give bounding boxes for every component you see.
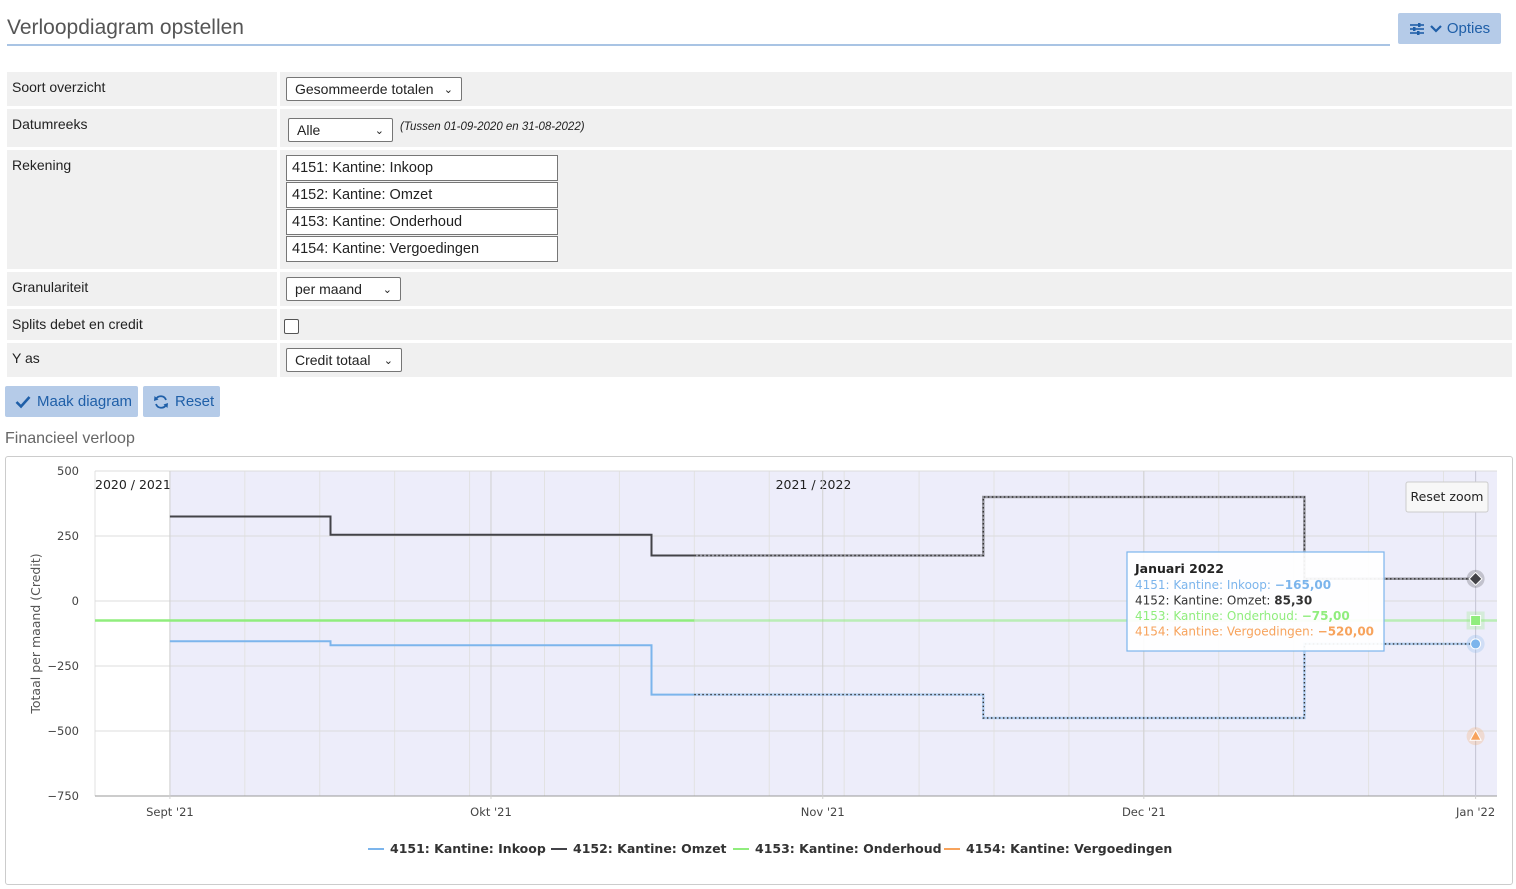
splits-checkbox[interactable] (284, 319, 299, 334)
sliders-icon (1409, 22, 1424, 35)
reset-zoom-label: Reset zoom (1411, 489, 1484, 504)
datumreeks-hint: (Tussen 01-09-2020 en 31-08-2022) (400, 121, 585, 133)
legend-item[interactable]: 4151: Kantine: Inkoop (368, 841, 546, 856)
yas-select[interactable]: Credit totaal ⌄ (286, 348, 402, 372)
row-datumreeks: Datumreeks Alle ⌄ (Tussen 01-09-2020 en … (7, 109, 1512, 147)
rekening-item[interactable]: 4151: Kantine: Inkoop (286, 155, 558, 181)
plot-band-label: 2020 / 2021 (95, 477, 171, 492)
tooltip-line: 4154: Kantine: Vergoedingen: −520,00 (1135, 625, 1374, 639)
y-tick-label: −750 (47, 789, 79, 803)
legend-label: 4154: Kantine: Vergoedingen (966, 841, 1172, 856)
refresh-icon (154, 394, 168, 409)
splits-label: Splits debet en credit (7, 309, 277, 340)
maak-diagram-label: Maak diagram (37, 393, 133, 410)
y-tick-label: −250 (47, 659, 79, 673)
row-splits: Splits debet en credit (7, 309, 1512, 340)
row-granulariteit: Granulariteit per maand ⌄ (7, 272, 1512, 306)
tooltip-line: 4151: Kantine: Inkoop: −165,00 (1135, 578, 1331, 592)
datumreeks-select-value: Alle (297, 122, 321, 138)
granulariteit-select[interactable]: per maand ⌄ (286, 277, 401, 301)
options-label: Opties (1446, 20, 1491, 37)
maak-diagram-button[interactable]: Maak diagram (5, 386, 138, 417)
granulariteit-select-value: per maand (295, 281, 362, 297)
options-button[interactable]: Opties (1398, 13, 1501, 44)
legend-item[interactable]: 4154: Kantine: Vergoedingen (944, 841, 1172, 856)
rekening-item[interactable]: 4152: Kantine: Omzet (286, 182, 558, 208)
chevron-down-icon: ⌄ (383, 354, 393, 367)
x-tick-label: Okt '21 (470, 805, 512, 819)
datumreeks-select[interactable]: Alle ⌄ (288, 118, 393, 142)
rekening-item[interactable]: 4154: Kantine: Vergoedingen (286, 236, 558, 262)
marker-onderhoud (1470, 615, 1482, 626)
datumreeks-label: Datumreeks (7, 109, 277, 147)
soort-label: Soort overzicht (7, 72, 277, 106)
chart-form: Soort overzicht Gesommeerde totalen ⌄ Da… (7, 72, 1512, 380)
legend-item[interactable]: 4152: Kantine: Omzet (551, 841, 727, 856)
chart-section-title: Financieel verloop (5, 430, 135, 447)
row-yas: Y as Credit totaal ⌄ (7, 343, 1512, 377)
marker-inkoop (1470, 638, 1482, 650)
legend-label: 4151: Kantine: Inkoop (390, 841, 546, 856)
soort-select-value: Gesommeerde totalen (295, 81, 434, 97)
tooltip-line: 4152: Kantine: Omzet: 85,30 (1135, 594, 1312, 608)
tooltip-line: 4153: Kantine: Onderhoud: −75,00 (1135, 609, 1350, 623)
chevron-down-icon: ⌄ (374, 124, 384, 137)
rekening-item[interactable]: 4153: Kantine: Onderhoud (286, 209, 558, 235)
x-tick-label: Nov '21 (801, 805, 845, 819)
rekening-label: Rekening (7, 150, 277, 269)
page-title: Verloopdiagram opstellen (7, 14, 1390, 46)
row-soort: Soort overzicht Gesommeerde totalen ⌄ (7, 72, 1512, 106)
y-tick-label: 0 (72, 594, 79, 608)
checkmark-icon (15, 395, 31, 408)
plot-band-label: 2021 / 2022 (776, 477, 852, 492)
tooltip: Januari 2022 4151: Kantine: Inkoop: −165,… (1126, 551, 1385, 652)
reset-label: Reset (175, 393, 215, 410)
chart-container: 2020 / 2021 2021 / 2022 500 250 0 −250 −500 −75… (5, 456, 1513, 885)
chevron-down-icon: ⌄ (382, 283, 392, 296)
legend-item[interactable]: 4153: Kantine: Onderhoud (733, 841, 942, 856)
y-tick-label: 250 (57, 529, 79, 543)
legend-label: 4153: Kantine: Onderhoud (755, 841, 942, 856)
tooltip-title: Januari 2022 (1134, 561, 1224, 576)
granulariteit-label: Granulariteit (7, 272, 277, 306)
y-tick-label: −500 (47, 724, 79, 738)
x-tick-label: Jan '22 (1455, 805, 1495, 819)
x-tick-label: Dec '21 (1122, 805, 1166, 819)
legend-label: 4152: Kantine: Omzet (573, 841, 727, 856)
y-axis-label: Totaal per maand (Credit) (28, 553, 43, 714)
line-chart[interactable]: 2020 / 2021 2021 / 2022 500 250 0 −250 −500 −75… (6, 457, 1512, 884)
x-tick-label: Sept '21 (146, 805, 194, 819)
reset-zoom-button[interactable]: Reset zoom (1405, 481, 1489, 513)
row-rekening: Rekening 4151: Kantine: Inkoop 4152: Kan… (7, 150, 1512, 269)
chevron-down-icon: ⌄ (443, 83, 453, 96)
plot-band (95, 471, 160, 796)
chevron-down-icon (1430, 24, 1442, 33)
y-tick-label: 500 (57, 464, 79, 478)
soort-select[interactable]: Gesommeerde totalen ⌄ (286, 77, 462, 101)
yas-select-value: Credit totaal (295, 352, 371, 368)
reset-button[interactable]: Reset (143, 386, 220, 417)
yas-label: Y as (7, 343, 277, 377)
